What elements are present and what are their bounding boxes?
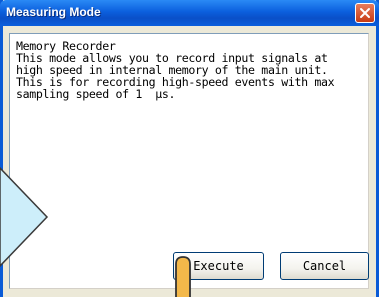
hand-pointer-icon bbox=[175, 256, 191, 297]
